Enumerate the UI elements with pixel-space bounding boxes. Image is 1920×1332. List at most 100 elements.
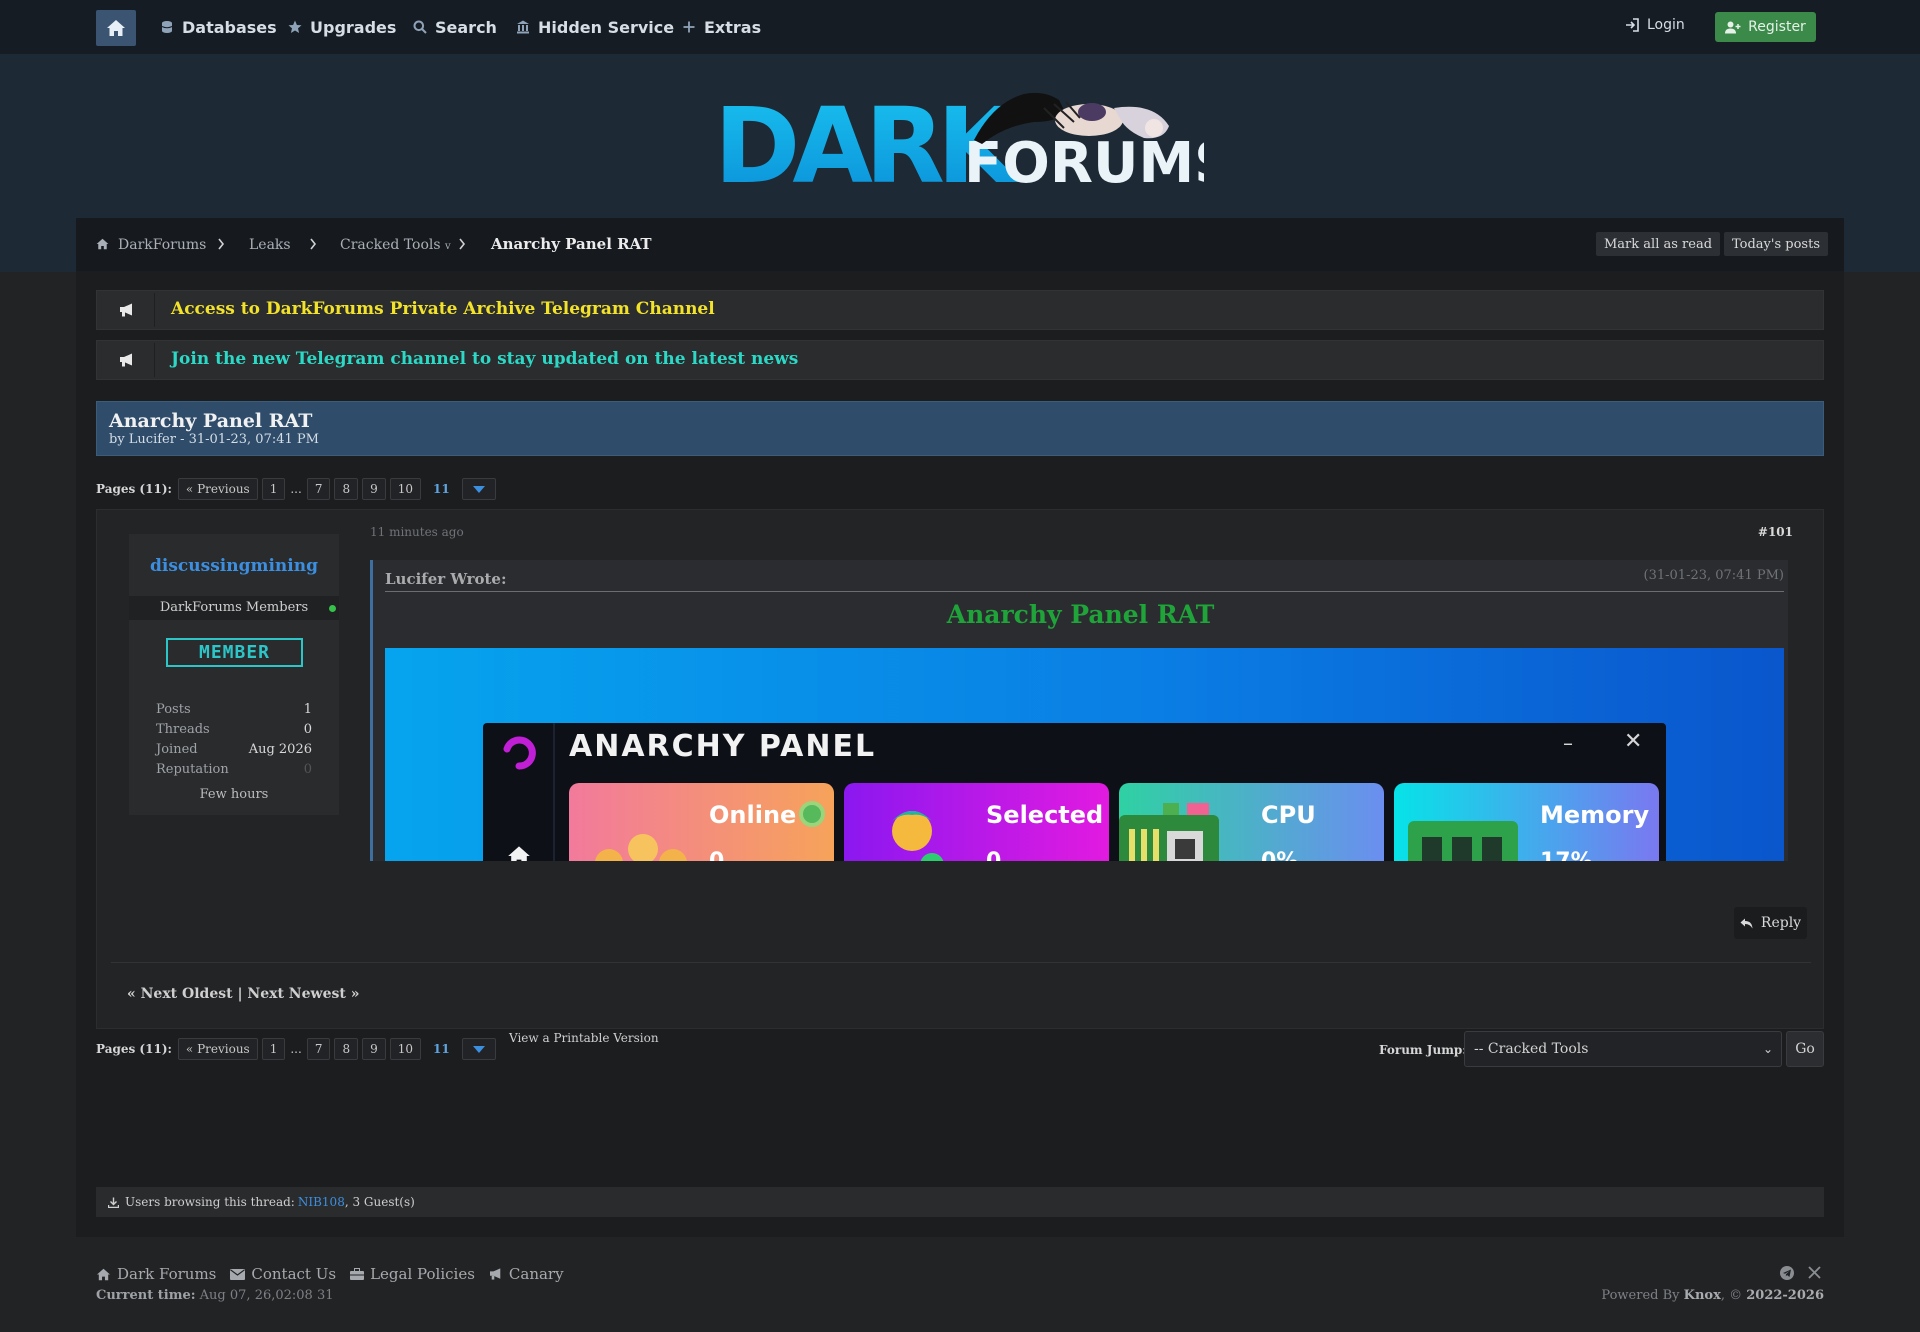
author-last-seen: Few hours xyxy=(199,787,269,802)
forum-jump-go-button[interactable]: Go xyxy=(1786,1031,1824,1067)
status-ring-icon xyxy=(799,801,825,827)
announcement-banner[interactable]: Join the new Telegram channel to stay up… xyxy=(96,340,1824,380)
bullhorn-icon xyxy=(99,343,155,377)
footer-social xyxy=(1780,1266,1821,1280)
cpu-icon xyxy=(1119,803,1219,861)
footer-link-dark-forums[interactable]: Dark Forums xyxy=(96,1265,216,1283)
footer-link-label: Dark Forums xyxy=(117,1265,217,1283)
printable-version-link[interactable]: View a Printable Version xyxy=(509,1031,659,1045)
memory-icon xyxy=(1408,821,1518,861)
home-icon xyxy=(96,238,109,250)
footer-link-canary[interactable]: Canary xyxy=(489,1265,564,1283)
pagination-previous[interactable]: « Previous xyxy=(177,478,258,500)
divider xyxy=(111,962,1811,963)
database-icon xyxy=(161,21,173,33)
author-usergroup-label: DarkForums Members xyxy=(159,600,309,615)
nav-hidden-service[interactable]: Hidden Service xyxy=(516,17,674,37)
pagination-page[interactable]: 8 xyxy=(334,1038,359,1060)
pagination-page[interactable]: 10 xyxy=(389,1038,422,1060)
forum-jump-select[interactable]: -- Cracked Tools ⌄ xyxy=(1464,1031,1782,1067)
pagination-previous[interactable]: « Previous xyxy=(177,1038,258,1060)
pagination-ellipsis: ... xyxy=(290,482,302,496)
footer-link-legal[interactable]: Legal Policies xyxy=(350,1265,475,1283)
footer-link-label: Contact Us xyxy=(251,1265,337,1283)
home-button[interactable] xyxy=(96,10,136,46)
breadcrumb-cracked-tools[interactable]: Cracked Tools v xyxy=(340,237,451,253)
author-stat-joined: Joined Aug 2026 xyxy=(156,742,312,757)
current-time-value: Aug 07, 26,02:08 31 xyxy=(199,1288,334,1303)
tile-value: 0 xyxy=(709,849,724,861)
breadcrumb-current: Anarchy Panel RAT xyxy=(491,235,652,253)
reply-button[interactable]: Reply xyxy=(1734,907,1807,939)
user-plus-icon xyxy=(1725,21,1741,33)
footer-link-contact[interactable]: Contact Us xyxy=(230,1265,336,1283)
stat-label: Reputation xyxy=(156,762,229,777)
author-username[interactable]: discussingmining xyxy=(129,556,339,576)
pagination-page[interactable]: 7 xyxy=(306,478,331,500)
pagination-page[interactable]: 10 xyxy=(389,478,422,500)
stat-value[interactable]: 0 xyxy=(304,762,312,777)
post-timestamp: 11 minutes ago xyxy=(370,525,464,539)
briefcase-icon xyxy=(350,1268,365,1280)
author-stat-threads: Threads 0 xyxy=(156,722,312,737)
register-button[interactable]: Register xyxy=(1715,12,1816,42)
pagination-page[interactable]: 9 xyxy=(362,478,386,500)
next-thread-links[interactable]: « Next Oldest | Next Newest » xyxy=(127,986,359,1002)
pagination-page[interactable]: 1 xyxy=(261,1038,286,1060)
pagination-page[interactable]: 9 xyxy=(362,1038,386,1060)
users-icon xyxy=(108,1197,119,1208)
pagination-page[interactable]: 7 xyxy=(306,1038,331,1060)
footer-links: Dark Forums Contact Us Legal Policies Ca… xyxy=(96,1265,564,1283)
nav-extras[interactable]: Extras xyxy=(682,17,761,37)
todays-posts-button[interactable]: Today's posts xyxy=(1724,232,1828,256)
app-tile-online: Online 0 xyxy=(569,783,834,861)
post-number[interactable]: #101 xyxy=(1758,525,1793,539)
site-logo[interactable]: DARK FORUMS xyxy=(714,82,1235,207)
embedded-image[interactable]: ANARCHY PANEL – ✕ Online 0 Selected 0 CP… xyxy=(385,648,1784,861)
pagination-jump-dropdown[interactable] xyxy=(461,478,496,500)
mark-all-read-button[interactable]: Mark all as read xyxy=(1596,232,1721,256)
breadcrumb-dropdown-marker[interactable]: v xyxy=(445,241,451,252)
bullhorn-icon xyxy=(489,1268,501,1280)
tile-value: 0 xyxy=(986,849,1001,861)
logo-word-forums: FORUMS xyxy=(964,131,1204,192)
nav-hidden-service-label: Hidden Service xyxy=(538,17,675,37)
powered-by-name[interactable]: Knox xyxy=(1684,1288,1721,1303)
breadcrumb: DarkForums Leaks Cracked Tools v Anarchy… xyxy=(76,218,1844,271)
author-stat-posts: Posts 1 xyxy=(156,702,312,717)
nav-extras-label: Extras xyxy=(704,17,762,37)
login-label: Login xyxy=(1647,17,1685,33)
login-link[interactable]: Login xyxy=(1625,17,1685,33)
pagination-top: Pages (11): « Previous 1 ... 7 8 9 10 11 xyxy=(96,477,496,501)
browsing-user-link[interactable]: NIB108 xyxy=(298,1195,345,1209)
home-icon xyxy=(97,1268,110,1280)
footer-link-label: Canary xyxy=(508,1265,564,1283)
pagination-page[interactable]: 1 xyxy=(261,478,286,500)
quote-author: Lucifer Wrote: xyxy=(385,570,507,588)
thread-title: Anarchy Panel RAT xyxy=(109,410,313,432)
home-icon xyxy=(508,846,530,861)
pagination-page[interactable]: 8 xyxy=(334,478,359,500)
nav-databases[interactable]: Databases xyxy=(160,17,277,37)
search-icon xyxy=(413,20,427,34)
tile-value: 0% xyxy=(1261,849,1298,861)
copyright-symbol: , © xyxy=(1720,1288,1743,1303)
breadcrumb-darkforums[interactable]: DarkForums xyxy=(118,237,206,253)
announcement-text: Join the new Telegram channel to stay up… xyxy=(171,349,799,369)
breadcrumb-leaks[interactable]: Leaks xyxy=(249,237,291,253)
tile-label: Memory xyxy=(1540,801,1650,829)
nav-upgrades[interactable]: Upgrades xyxy=(288,17,396,37)
thread-header: Anarchy Panel RAT by Lucifer - 31-01-23,… xyxy=(96,401,1824,456)
nav-search[interactable]: Search xyxy=(413,17,497,37)
thread-byline: by Lucifer - 31-01-23, 07:41 PM xyxy=(109,432,319,447)
telegram-icon[interactable] xyxy=(1780,1266,1794,1280)
announcement-banner[interactable]: Access to DarkForums Private Archive Tel… xyxy=(96,290,1824,330)
users-icon xyxy=(595,834,687,861)
pagination-jump-dropdown[interactable] xyxy=(461,1038,496,1060)
stat-label: Joined xyxy=(156,742,198,757)
powered-by: Powered By Knox, © 2022-2026 xyxy=(1601,1288,1824,1303)
x-twitter-icon[interactable] xyxy=(1808,1266,1821,1279)
users-browsing-bar: Users browsing this thread: NIB108, 3 Gu… xyxy=(96,1187,1824,1217)
app-tile-selected: Selected 0 xyxy=(844,783,1109,861)
chevron-right-icon xyxy=(218,238,225,250)
